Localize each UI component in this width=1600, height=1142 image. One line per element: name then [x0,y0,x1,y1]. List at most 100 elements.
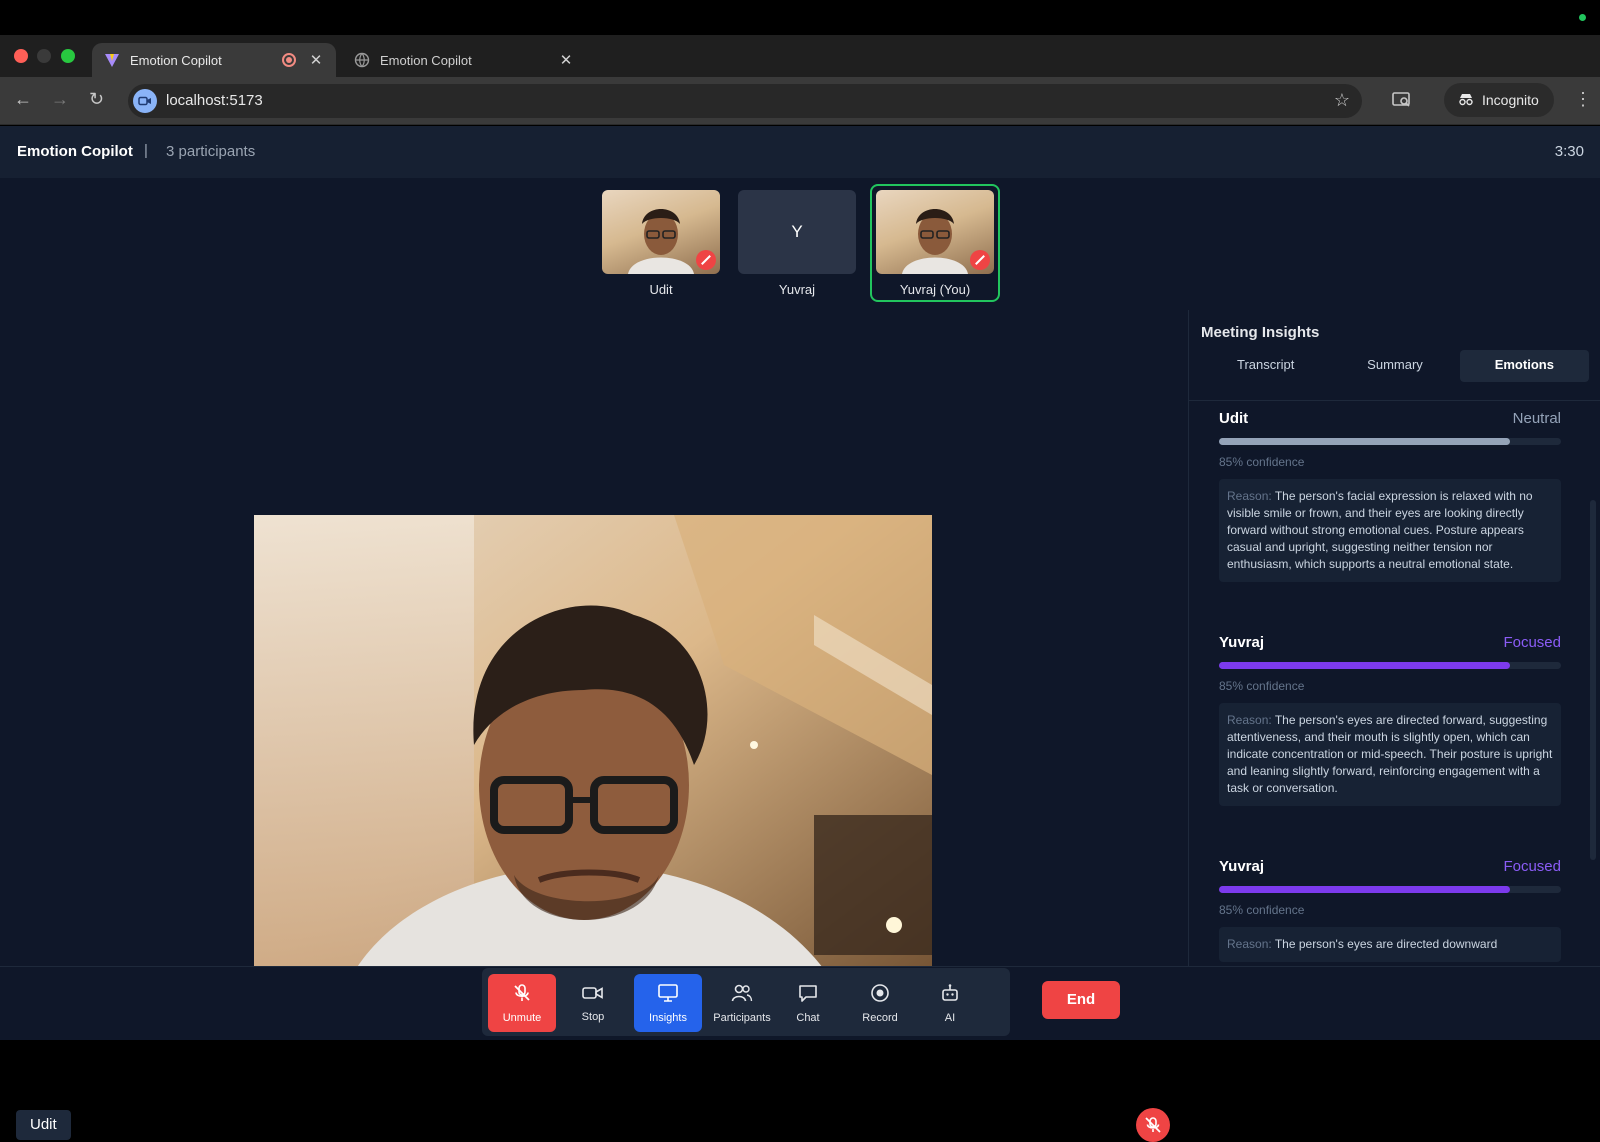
incognito-label: Incognito [1482,92,1539,108]
window-minimize-button[interactable] [37,49,51,63]
confidence-text: 85% confidence [1219,903,1305,917]
window-close-button[interactable] [14,49,28,63]
emotion-card-name: Yuvraj [1219,858,1265,875]
chat-bubble-icon [798,983,818,1006]
reason-text: The person's eyes are directed forward, … [1227,713,1553,795]
confidence-bar [1219,438,1561,445]
participant-name: Udit [649,282,673,297]
recording-icon [282,53,296,67]
address-bar[interactable]: localhost:5173 ☆ [128,84,1362,118]
monitor-icon [657,983,679,1006]
forward-arrow-icon[interactable]: → [51,89,69,110]
tab-close-icon[interactable]: ✕ [558,51,574,69]
meeting-insights-panel: Meeting Insights Transcript Summary Emot… [1188,310,1600,966]
main-video-stage: Udit [0,310,1186,1142]
reason-text: The person's facial expression is relaxe… [1227,489,1533,571]
record-button[interactable]: Record [846,974,914,1032]
chat-label: Chat [796,1011,820,1024]
back-arrow-icon[interactable]: ← [14,89,32,110]
reload-icon[interactable]: ↻ [89,89,104,110]
browser-tab-active[interactable]: Emotion Copilot ✕ [92,43,336,77]
participant-name: Yuvraj (You) [899,282,971,297]
participant-video-thumbnail [602,190,720,274]
muted-badge-icon [696,250,716,270]
emotion-card-name: Yuvraj [1219,634,1265,651]
stop-label: Stop [581,1010,605,1023]
emotion-reason: Reason: The person's eyes are directed f… [1219,703,1561,806]
stop-video-button[interactable]: Stop [559,974,627,1032]
browser-tab-strip: Emotion Copilot ✕ Emotion Copilot ✕ + [0,35,1600,99]
browser-toolbar: ← → ↻ localhost:5173 ☆ Incognito ⋮ [0,77,1600,125]
vite-favicon-icon [104,52,120,68]
panel-divider [1189,400,1600,401]
video-camera-icon [582,984,604,1005]
confidence-bar-fill [1219,662,1510,669]
participants-label: Participants [713,1011,771,1024]
users-icon [731,983,753,1006]
main-video-feed [254,515,932,1024]
emotion-reason: Reason: The person's facial expression i… [1219,479,1561,582]
panel-scrollbar[interactable] [1590,500,1596,860]
active-speaker-label: Udit [16,1110,71,1140]
tab-title: Emotion Copilot [130,52,222,68]
insights-tabs: Transcript Summary Emotions [1201,350,1589,382]
avatar-initial: Y [791,222,803,241]
emotion-card: Udit Neutral 85% confidence Reason: The … [1219,410,1561,582]
confidence-bar-fill [1219,886,1510,893]
mic-off-icon [512,983,532,1006]
confidence-text: 85% confidence [1219,679,1305,693]
unmute-label: Unmute [502,1011,542,1024]
participant-count: 3 participants [166,143,256,160]
incognito-badge[interactable]: Incognito [1444,83,1554,117]
reason-label: Reason: [1227,489,1272,503]
bookmark-star-icon[interactable]: ☆ [1334,90,1350,111]
browser-tab-inactive[interactable]: Emotion Copilot ✕ [342,43,586,77]
panel-title: Meeting Insights [1201,324,1320,341]
meeting-controls: Unmute Stop Insights Participants Chat R… [0,966,1600,1040]
insights-button[interactable]: Insights [634,974,702,1032]
browser-menu-icon[interactable]: ⋮ [1574,89,1592,110]
tab-emotions[interactable]: Emotions [1459,350,1589,382]
emotion-card: Yuvraj Focused 85% confidence Reason: Th… [1219,634,1561,806]
end-call-button[interactable]: End [1042,981,1120,1019]
os-menu-bar [0,0,1600,35]
emotion-label: Neutral [1512,410,1561,427]
tab-summary[interactable]: Summary [1330,350,1459,382]
tab-transcript[interactable]: Transcript [1201,350,1330,382]
insights-label: Insights [649,1011,687,1024]
participant-video-thumbnail [876,190,994,274]
participant-strip: Udit Y Yuvraj Yuvraj (You) [0,178,1600,310]
reason-text: The person's eyes are directed downward [1274,937,1498,951]
tab-close-icon[interactable]: ✕ [308,51,324,69]
confidence-bar [1219,886,1561,893]
globe-icon [354,52,370,68]
control-group: Unmute Stop Insights Participants Chat R… [482,968,1010,1036]
participant-name: Yuvraj [778,282,816,297]
cast-search-icon[interactable] [1392,91,1412,114]
window-zoom-button[interactable] [61,49,75,63]
participant-tile-self[interactable]: Yuvraj (You) [870,184,1000,302]
ai-button[interactable]: AI [916,974,984,1032]
header-separator: | [144,142,148,159]
chat-button[interactable]: Chat [774,974,842,1032]
url-text: localhost:5173 [166,92,263,109]
participant-tile-yuvraj[interactable]: Y Yuvraj [738,190,856,297]
participants-button[interactable]: Participants [704,974,780,1032]
confidence-bar-fill [1219,438,1510,445]
confidence-bar [1219,662,1561,669]
emotion-copilot-app: Emotion Copilot | 3 participants 3:30 Ud… [0,126,1600,1142]
participant-avatar: Y [738,190,856,274]
meeting-timer: 3:30 [1554,143,1584,160]
participant-tile-udit[interactable]: Udit [602,190,720,297]
emotion-label: Focused [1503,634,1561,651]
muted-badge-icon [970,250,990,270]
ai-label: AI [944,1011,956,1024]
camera-site-icon [133,89,157,113]
emotion-reason: Reason: The person's eyes are directed d… [1219,927,1561,962]
mic-muted-icon [1136,1108,1170,1142]
app-title: Emotion Copilot [17,143,133,160]
unmute-button[interactable]: Unmute [488,974,556,1032]
confidence-text: 85% confidence [1219,455,1305,469]
incognito-icon [1458,92,1474,109]
camera-indicator-icon [1579,14,1586,21]
